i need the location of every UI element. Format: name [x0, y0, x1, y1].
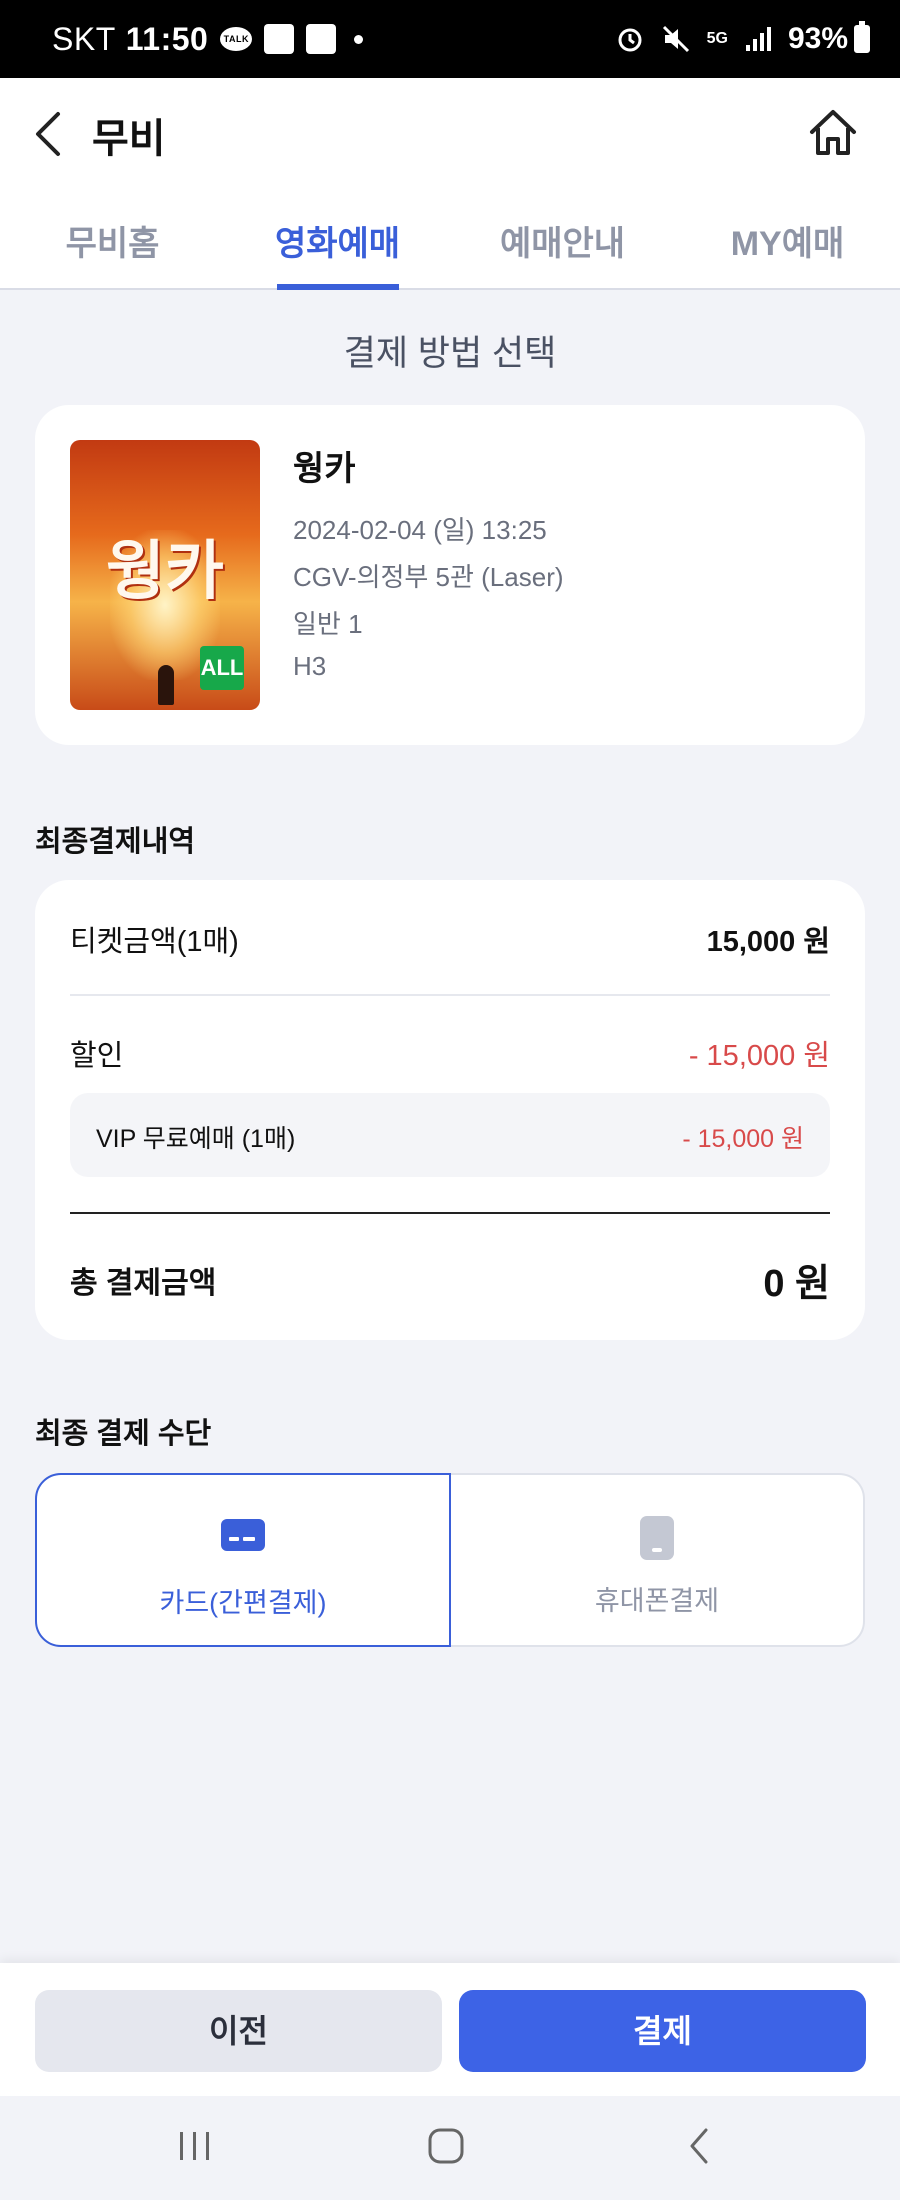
app-notification-icon [264, 24, 295, 54]
mute-icon [662, 25, 689, 53]
age-rating-badge: ALL [200, 646, 244, 690]
battery-percent: 93% [787, 22, 848, 55]
movie-datetime: 2024-02-04 (일) 13:25 [293, 515, 547, 545]
more-notifications-icon [354, 34, 364, 44]
ticket-price-label: 티켓금액(1매) [70, 926, 239, 958]
battery-icon [854, 21, 870, 53]
discount-label: 할인 [70, 1040, 124, 1072]
bottom-action-bar: 이전 결제 [0, 1963, 900, 2096]
poster-title: 웡카 [106, 534, 224, 609]
app-header: 무비 [0, 78, 900, 190]
section-heading: 결제 방법 선택 [343, 334, 557, 373]
back-button[interactable] [28, 108, 68, 160]
kakaotalk-icon: TALK [220, 27, 253, 51]
card-icon [221, 1519, 265, 1551]
vip-discount-value: - 15,000 원 [682, 1125, 804, 1153]
network-type: 5G [706, 30, 728, 47]
phone-payment-label: 휴대폰결제 [594, 1586, 720, 1616]
movie-theater: CGV-의정부 5관 (Laser) [293, 562, 564, 592]
card-payment-label: 카드(간편결제) [159, 1588, 327, 1618]
tab-movie-home[interactable]: 무비홈 [0, 190, 225, 288]
tab-bar: 무비홈 영화예매 예매안내 MY예매 [0, 190, 900, 290]
phone-payment-option[interactable]: 휴대폰결제 [449, 1473, 865, 1647]
signal-icon [745, 27, 771, 51]
movie-title: 웡카 [293, 450, 356, 488]
vip-discount-label: VIP 무료예매 (1매) [96, 1125, 296, 1153]
system-nav-bar [0, 2096, 900, 2200]
movie-info-card: 웡카 ALL 웡카 2024-02-04 (일) 13:25 CGV-의정부 5… [35, 405, 865, 745]
ticket-price-value: 15,000 원 [706, 926, 830, 958]
back-nav-icon[interactable] [680, 2126, 720, 2166]
vip-discount-row: VIP 무료예매 (1매) - 15,000 원 [70, 1093, 830, 1177]
carrier-label: SKT [52, 20, 116, 57]
alarm-icon [618, 28, 642, 52]
clock: 11:50 [125, 20, 209, 57]
news-notification-icon [306, 24, 337, 54]
phone-icon [640, 1516, 674, 1560]
previous-button[interactable]: 이전 [35, 1990, 442, 2072]
summary-divider [70, 994, 830, 996]
recent-apps-icon[interactable] [175, 2126, 215, 2166]
payment-method-heading: 최종 결제 수단 [35, 1418, 212, 1450]
ticket-type: 일반 1 [293, 609, 363, 639]
home-button[interactable] [806, 106, 860, 160]
page-title: 무비 [92, 117, 166, 161]
total-label: 총 결제금액 [70, 1267, 217, 1300]
home-nav-icon[interactable] [426, 2126, 466, 2166]
tab-booking[interactable]: 영화예매 [225, 190, 450, 288]
payment-summary-card: 티켓금액(1매) 15,000 원 할인 - 15,000 원 VIP 무료예매… [35, 880, 865, 1340]
movie-poster: 웡카 ALL [70, 440, 260, 710]
payment-method-selector: 카드(간편결제) 휴대폰결제 [35, 1473, 865, 1647]
status-bar: SKT 11:50 TALK 5G 93% [0, 0, 900, 78]
summary-heading: 최종결제내역 [35, 826, 196, 858]
discount-value: - 15,000 원 [688, 1040, 830, 1072]
tab-booking-guide[interactable]: 예매안내 [450, 190, 675, 288]
pay-button[interactable]: 결제 [459, 1990, 866, 2072]
total-divider [70, 1212, 830, 1214]
seat-number: H3 [293, 651, 327, 681]
total-value: 0 원 [763, 1263, 830, 1305]
tab-my-booking[interactable]: MY예매 [675, 190, 900, 288]
card-payment-option[interactable]: 카드(간편결제) [35, 1473, 451, 1647]
